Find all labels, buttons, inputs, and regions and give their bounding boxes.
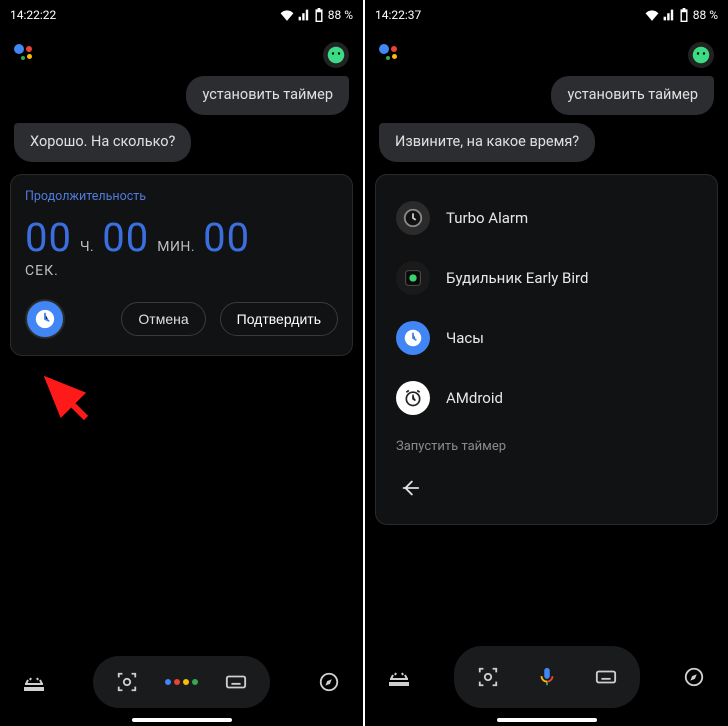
mic-icon — [536, 666, 558, 688]
status-battery-text: 88 % — [693, 8, 718, 22]
battery-icon — [679, 8, 689, 22]
app-name: Будильник Early Bird — [446, 269, 588, 287]
assistant-dots-icon[interactable] — [165, 679, 198, 685]
app-name: AMdroid — [446, 389, 503, 407]
arrow-left-icon — [399, 477, 421, 499]
duration-hours[interactable]: 00 — [25, 214, 72, 261]
discover-icon[interactable] — [383, 661, 415, 693]
duration-hours-unit: Ч. — [80, 239, 94, 255]
status-battery-text: 88 % — [328, 8, 353, 22]
annotation-arrow-icon — [38, 370, 98, 430]
assistant-logo-icon — [14, 44, 36, 66]
confirm-button[interactable]: Подтвердить — [220, 302, 338, 336]
discover-icon[interactable] — [18, 666, 50, 698]
cancel-button[interactable]: Отмена — [121, 302, 205, 336]
assistant-header — [0, 26, 363, 72]
app-icon-amdroid — [396, 381, 430, 415]
wifi-icon — [280, 9, 294, 21]
back-button[interactable] — [396, 472, 424, 504]
status-bar: 14:22:37 88 % — [365, 0, 728, 26]
keyboard-icon[interactable] — [220, 666, 252, 698]
bottom-dock — [0, 646, 363, 726]
status-time: 14:22:37 — [375, 8, 421, 22]
mic-button[interactable] — [526, 656, 568, 698]
app-icon-clock — [396, 321, 430, 355]
user-avatar[interactable] — [323, 42, 349, 68]
assistant-logo-icon — [379, 44, 401, 66]
keyboard-icon[interactable] — [590, 661, 622, 693]
wifi-icon — [645, 9, 659, 21]
assistant-message: Хорошо. На сколько? — [14, 123, 191, 162]
duration-card: Продолжительность 00 Ч. 00 МИН. 00 СЕК. … — [10, 174, 353, 356]
explore-icon[interactable] — [313, 666, 345, 698]
battery-icon — [314, 8, 324, 22]
user-message: установить таймер — [186, 76, 349, 115]
chat-row-assistant: Хорошо. На сколько? — [0, 119, 363, 166]
user-avatar[interactable] — [688, 42, 714, 68]
app-icon-turbo-alarm — [396, 201, 430, 235]
chat-row-assistant: Извините, на какое время? — [365, 119, 728, 166]
assistant-message: Извините, на какое время? — [379, 123, 595, 162]
signal-icon — [663, 9, 675, 21]
app-item-turbo-alarm[interactable]: Turbo Alarm — [390, 189, 703, 247]
duration-card-label: Продолжительность — [25, 189, 338, 204]
duration-seconds-unit: СЕК. — [25, 263, 338, 279]
user-message: установить таймер — [551, 76, 714, 115]
assistant-header — [365, 26, 728, 72]
app-item-clock[interactable]: Часы — [390, 309, 703, 367]
status-bar: 14:22:22 88 % — [0, 0, 363, 26]
chat-row-user: установить таймер — [0, 72, 363, 119]
clock-icon — [34, 308, 56, 330]
explore-icon[interactable] — [678, 661, 710, 693]
lens-icon[interactable] — [111, 666, 143, 698]
lens-icon[interactable] — [472, 661, 504, 693]
app-list: Turbo Alarm Будильник Early Bird Часы — [390, 189, 703, 427]
duration-seconds[interactable]: 00 — [203, 214, 250, 261]
duration-minutes-unit: МИН. — [157, 239, 195, 255]
nav-handle[interactable] — [132, 718, 232, 722]
screen-left: 14:22:22 88 % уст — [0, 0, 363, 726]
chat-row-user: установить таймер — [365, 72, 728, 119]
nav-handle[interactable] — [497, 718, 597, 722]
clock-app-chip[interactable] — [25, 299, 65, 339]
screen-right: 14:22:37 88 % уст — [365, 0, 728, 726]
duration-minutes[interactable]: 00 — [102, 214, 149, 261]
app-item-amdroid[interactable]: AMdroid — [390, 369, 703, 427]
app-item-early-bird[interactable]: Будильник Early Bird — [390, 249, 703, 307]
status-time: 14:22:22 — [10, 8, 56, 22]
app-name: Turbo Alarm — [446, 209, 528, 227]
signal-icon — [298, 9, 310, 21]
app-name: Часы — [446, 329, 484, 347]
app-icon-early-bird — [396, 261, 430, 295]
app-picker-card: Turbo Alarm Будильник Early Bird Часы — [375, 174, 718, 525]
bottom-dock — [365, 636, 728, 726]
card-hint: Запустить таймер — [396, 439, 697, 454]
duration-editor[interactable]: 00 Ч. 00 МИН. 00 — [25, 214, 338, 261]
